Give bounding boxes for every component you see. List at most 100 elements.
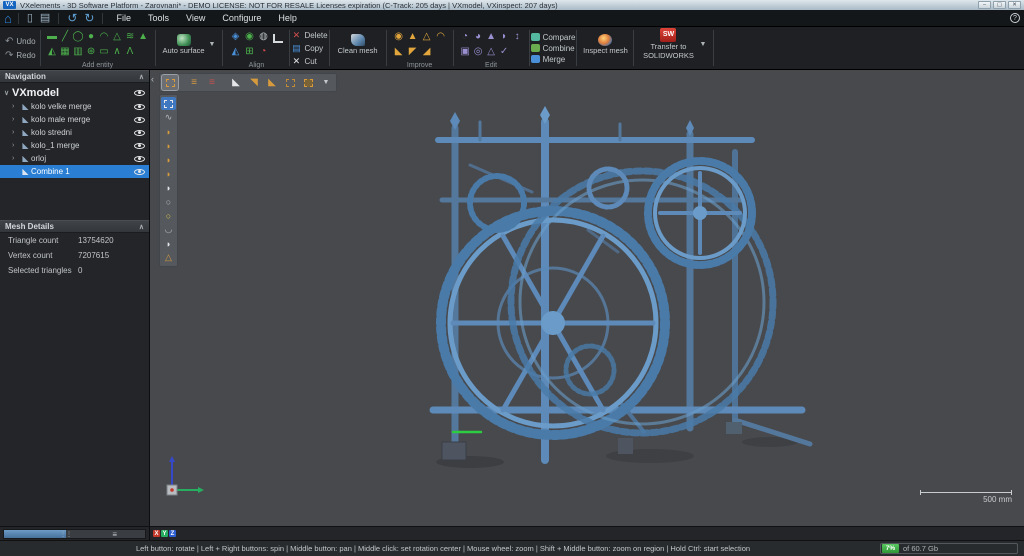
defeature-icon[interactable]: ◣	[392, 45, 406, 60]
fix-triangles-icon[interactable]: ▲	[406, 30, 420, 45]
chevron-right-icon[interactable]: ›	[12, 155, 20, 162]
visibility-eye-icon[interactable]	[134, 90, 145, 96]
maximize-button[interactable]: ▢	[993, 1, 1006, 9]
sync-right-icon[interactable]: ↻	[82, 12, 96, 24]
tree-node[interactable]: › ◣ orloj	[0, 152, 149, 165]
clean-mesh-button[interactable]: Clean mesh	[335, 34, 381, 56]
dashed-region-fill-icon[interactable]	[300, 75, 316, 90]
split-icon[interactable]: ◗	[498, 30, 511, 45]
chevron-down-icon[interactable]: ∨	[4, 89, 12, 97]
dock-splitter-track[interactable]: ⋮⋮ ≡	[3, 529, 146, 539]
menu-help[interactable]: Help	[271, 12, 304, 24]
viewport-collapse-icon[interactable]: ‹	[151, 74, 154, 84]
visibility-eye-icon[interactable]	[134, 156, 145, 162]
auto-surface-dropdown-icon[interactable]: ▼	[207, 41, 218, 48]
frame-corner-icon[interactable]	[273, 34, 283, 43]
grid-selection-icon[interactable]	[162, 75, 178, 90]
add-triangles-icon[interactable]: △	[420, 30, 434, 45]
add-ellipse-icon[interactable]: ◠	[98, 30, 111, 45]
smooth-icon[interactable]: ◤	[406, 45, 420, 60]
mesh-details-header[interactable]: Mesh Details ∧	[0, 220, 149, 233]
add-rectangle-icon[interactable]: ▭	[98, 45, 111, 60]
surface-align-icon[interactable]: ◍	[256, 30, 270, 45]
collapse-caret-icon[interactable]: ∧	[139, 73, 144, 81]
waterproof-icon[interactable]: ✓	[498, 45, 511, 60]
add-vector-icon[interactable]: ▲	[137, 30, 150, 45]
axis-z-chip[interactable]: Z	[169, 530, 176, 537]
grip-dots-icon[interactable]: ⋮⋮	[60, 532, 72, 538]
menu-file[interactable]: File	[109, 12, 138, 24]
close-button[interactable]: ✕	[1008, 1, 1021, 9]
save-icon[interactable]: ▤	[38, 13, 52, 24]
add-triangle-icon[interactable]: △	[111, 30, 124, 45]
copy-button[interactable]: ▤Copy	[291, 43, 327, 54]
triangle-select-orange-icon[interactable]: ◥	[246, 75, 262, 90]
triangle-lasso-icon[interactable]: ◣	[264, 75, 280, 90]
compare-button[interactable]: Compare	[531, 33, 576, 42]
visibility-eye-icon[interactable]	[134, 130, 145, 136]
triangle-select-white-icon[interactable]: ◣	[228, 75, 244, 90]
bridge-icon[interactable]: ◠	[434, 30, 448, 45]
tree-node[interactable]: › ◣ kolo male merge	[0, 113, 149, 126]
contour-5-icon[interactable]: ◗	[161, 237, 176, 250]
inspect-mesh-button[interactable]: Inspect mesh	[582, 34, 628, 56]
undo-button[interactable]: ↶Undo	[5, 36, 36, 47]
decimate-icon[interactable]: ▲	[485, 30, 498, 45]
tree-node[interactable]: › ◣ kolo stredni	[0, 126, 149, 139]
menu-configure[interactable]: Configure	[215, 12, 268, 24]
tree-node-selected[interactable]: ◣ Combine 1	[0, 165, 149, 178]
add-circle-icon[interactable]: ◯	[72, 30, 85, 45]
transfer-solidworks-button[interactable]: SW Transfer to SOLIDWORKS	[639, 28, 697, 60]
menu-view[interactable]: View	[179, 12, 212, 24]
surface-edit-icon[interactable]: ◕	[472, 30, 485, 45]
home-icon[interactable]: ⌂	[4, 12, 12, 25]
chevron-right-icon[interactable]: ›	[12, 142, 20, 149]
grid-align-icon[interactable]: ⊞	[242, 45, 256, 60]
new-document-icon[interactable]: ▯	[25, 13, 35, 24]
add-grid-icon[interactable]: ▦	[59, 45, 72, 60]
chevron-right-icon[interactable]: ›	[12, 129, 20, 136]
arc-icon[interactable]: ◡	[161, 223, 176, 236]
combine-button[interactable]: Combine	[531, 44, 576, 53]
scanned-mesh-clock-model[interactable]	[150, 70, 1024, 526]
help-icon[interactable]: ?	[1010, 13, 1020, 23]
contour-white-icon[interactable]: ◗	[161, 181, 176, 194]
add-line-icon[interactable]: ╱	[59, 30, 72, 45]
tree-node-vxmodel[interactable]: ∨ VXmodel	[0, 85, 149, 100]
axis-y-chip[interactable]: Y	[161, 530, 168, 537]
tree-node[interactable]: › ◣ kolo velke merge	[0, 100, 149, 113]
add-sphere-icon[interactable]: ⊛	[85, 45, 98, 60]
circle-yellow-icon[interactable]: ○	[161, 209, 176, 222]
visibility-eye-icon[interactable]	[134, 169, 145, 175]
add-angle-icon[interactable]: Λ	[124, 45, 137, 60]
contour-3-icon[interactable]: ◗	[161, 153, 176, 166]
viewport-3d[interactable]: ‹ ≡ ≡ ◣ ◥ ◣ ▼ ∿ ◗ ◗ ◗ ◗ ◗ ○ ○ ◡ ◗ △	[150, 70, 1024, 526]
sync-left-icon[interactable]: ↺	[65, 12, 79, 24]
copy-region-icon[interactable]: ▣	[459, 45, 472, 60]
dropdown-arrow-icon[interactable]: ▼	[318, 75, 334, 90]
layers-color-icon[interactable]: ≡	[204, 75, 220, 90]
target-align-icon[interactable]: ◉	[242, 30, 256, 45]
curve-edit-icon[interactable]: ◔	[459, 30, 472, 45]
triangle-outline-icon[interactable]: △	[161, 251, 176, 264]
redo-button[interactable]: ↷Redo	[5, 50, 36, 61]
minimize-button[interactable]: –	[978, 1, 991, 9]
freeform-selection-icon[interactable]: ∿	[161, 111, 176, 124]
menu-tools[interactable]: Tools	[141, 12, 176, 24]
layers-visibility-icon[interactable]: ≡	[186, 75, 202, 90]
list-view-icon[interactable]: ≡	[112, 531, 117, 539]
chevron-right-icon[interactable]: ›	[12, 103, 20, 110]
contour-1-icon[interactable]: ◗	[161, 125, 176, 138]
axis-align-icon[interactable]: ◔	[256, 45, 270, 60]
delete-button[interactable]: ✕Delete	[291, 30, 327, 41]
ellipse-gray-icon[interactable]: ○	[161, 195, 176, 208]
add-mesh-grid-icon[interactable]: ▥	[72, 45, 85, 60]
flatten-icon[interactable]: △	[485, 45, 498, 60]
collapse-caret-icon[interactable]: ∧	[139, 223, 144, 231]
resize-icon[interactable]: ↕	[511, 30, 524, 45]
tree-node[interactable]: › ◣ kolo_1 merge	[0, 139, 149, 152]
add-cone-icon[interactable]: ◭	[46, 45, 59, 60]
rotate-region-icon[interactable]: ◎	[472, 45, 485, 60]
chevron-right-icon[interactable]: ›	[12, 116, 20, 123]
add-plane-icon[interactable]: ▬	[46, 30, 59, 45]
